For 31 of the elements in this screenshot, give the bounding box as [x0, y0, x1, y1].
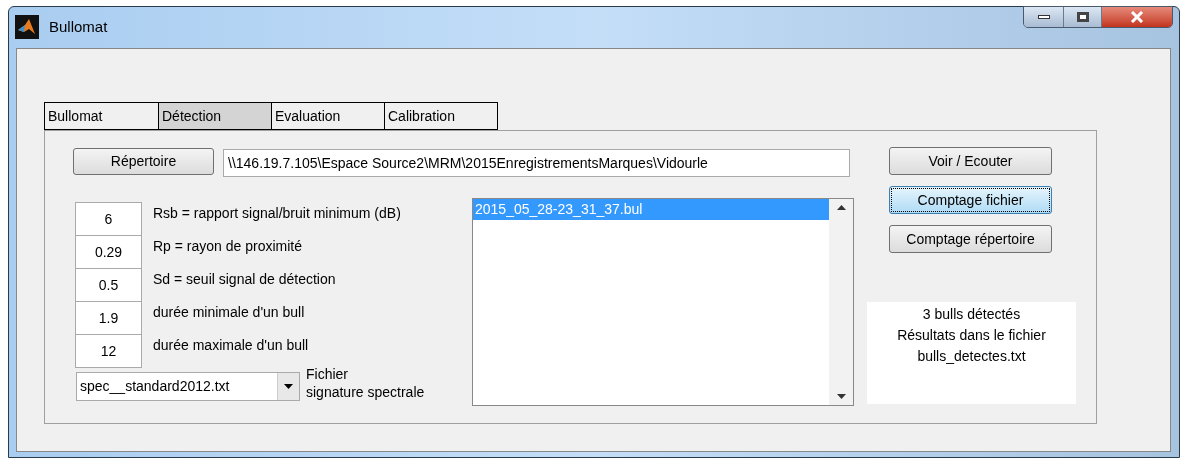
- action-button[interactable]: Comptage répertoire: [889, 225, 1052, 253]
- app-icon: [15, 15, 39, 39]
- spectral-file-label: Fichier signature spectrale: [306, 365, 425, 401]
- scroll-down-icon[interactable]: [836, 394, 846, 399]
- tab[interactable]: Détection: [158, 103, 271, 129]
- scrollbar[interactable]: [829, 199, 853, 405]
- window-title: Bullomat: [49, 16, 108, 37]
- action-button[interactable]: Voir / Ecouter: [889, 147, 1052, 175]
- parameter-field[interactable]: 0.5: [75, 268, 142, 302]
- scroll-up-icon[interactable]: [836, 205, 846, 210]
- parameter-field[interactable]: 6: [75, 202, 142, 236]
- parameter-field[interactable]: 0.29: [75, 235, 142, 269]
- path-field[interactable]: \\146.19.7.105\Espace Source2\MRM\2015EnregistrementsMarques\Vidourle: [223, 149, 850, 177]
- parameter-label: Rp = rayon de proximité: [153, 237, 303, 256]
- spectral-file-dropdown[interactable]: spec__standard2012.txt: [76, 372, 300, 401]
- parameter-label: Sd = seuil signal de détection: [153, 270, 336, 289]
- maximize-button[interactable]: [1064, 7, 1102, 27]
- close-icon: [1130, 11, 1144, 23]
- minimize-icon: [1037, 15, 1050, 19]
- parameter-field[interactable]: 1.9: [75, 301, 142, 335]
- directory-button[interactable]: Répertoire: [73, 148, 214, 175]
- parameter-label: Rsb = rapport signal/bruit minimum (dB): [153, 204, 401, 223]
- result-text: 3 bulls détectés Résultats dans le fichier bulls_detectes.txt: [897, 305, 1046, 366]
- parameter-label: durée maximale d'un bull: [153, 336, 309, 355]
- parameter-field[interactable]: 12: [75, 334, 142, 368]
- minimize-button[interactable]: [1024, 7, 1064, 27]
- parameter-label: durée minimale d'un bull: [153, 303, 305, 322]
- action-button[interactable]: Comptage fichier: [889, 186, 1052, 214]
- close-button[interactable]: [1102, 7, 1172, 27]
- dropdown-arrow-icon: [284, 384, 293, 389]
- maximize-icon: [1076, 12, 1089, 22]
